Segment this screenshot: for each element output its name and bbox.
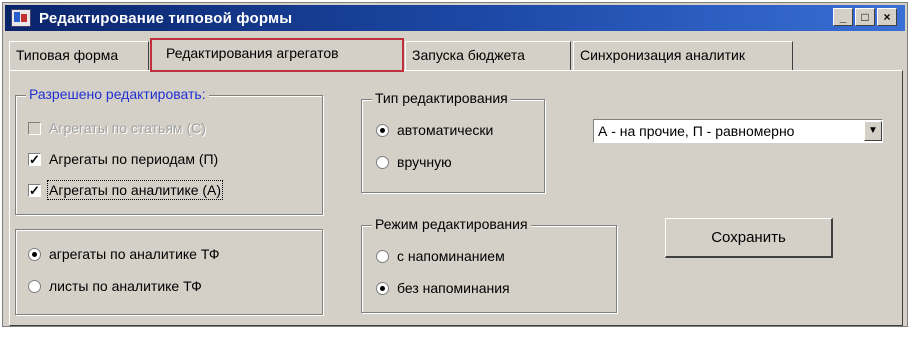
checkbox-box[interactable]: ✓ — [28, 182, 41, 198]
radio-sheets-analytics[interactable]: листы по аналитике ТФ — [28, 278, 202, 294]
check-icon: ✓ — [29, 151, 40, 167]
radio-without-reminder[interactable]: без напоминания — [376, 280, 510, 296]
save-button[interactable]: Сохранить — [665, 218, 833, 258]
radio-label: автоматически — [397, 122, 494, 138]
maximize-button[interactable]: □ — [855, 8, 875, 26]
radio-label: агрегаты по аналитике ТФ — [49, 246, 220, 262]
app-window: Редактирование типовой формы _ □ × Типов… — [2, 2, 908, 327]
radio-button[interactable] — [376, 123, 389, 137]
radio-button[interactable] — [28, 279, 41, 293]
radio-button[interactable] — [376, 155, 389, 169]
allowed-edit-legend: Разрешено редактировать: — [26, 86, 209, 102]
scope-group: агрегаты по аналитике ТФ листы по аналит… — [15, 229, 323, 315]
checkbox-periods[interactable]: ✓ Агрегаты по периодам (П) — [28, 151, 218, 167]
tab-typical-form[interactable]: Типовая форма — [9, 41, 149, 70]
chevron-down-icon[interactable]: ▼ — [864, 121, 882, 141]
tab-aggregates-editing[interactable]: Редактирования агрегатов — [150, 38, 404, 72]
distribution-select[interactable]: А - на прочие, П - равномерно ▼ — [593, 119, 883, 143]
tab-analytics-sync[interactable]: Синхронизация аналитик — [573, 41, 793, 70]
radio-manual[interactable]: вручную — [376, 154, 452, 170]
checkbox-box[interactable] — [28, 121, 41, 135]
checkbox-label: Агрегаты по аналитике (А) — [46, 180, 224, 200]
checkbox-label: Агрегаты по периодам (П) — [49, 151, 219, 167]
radio-label: вручную — [397, 154, 452, 170]
edit-mode-legend: Режим редактирования — [372, 216, 531, 232]
check-icon: ✓ — [29, 182, 40, 198]
allowed-edit-group: Разрешено редактировать: Агрегаты по ста… — [15, 86, 323, 215]
window-controls: _ □ × — [833, 8, 897, 26]
tab-budget-launch[interactable]: Запуска бюджета — [405, 41, 571, 70]
checkbox-label: Агрегаты по статьям (С) — [49, 120, 206, 136]
checkbox-box[interactable]: ✓ — [28, 151, 41, 167]
radio-with-reminder[interactable]: с напоминанием — [376, 248, 505, 264]
checkbox-analytics[interactable]: ✓ Агрегаты по аналитике (А) — [28, 180, 224, 200]
window-title: Редактирование типовой формы — [39, 9, 293, 27]
title-bar[interactable]: Редактирование типовой формы _ □ × — [5, 5, 905, 31]
distribution-select-value: А - на прочие, П - равномерно — [598, 123, 795, 139]
minimize-button[interactable]: _ — [833, 8, 853, 26]
radio-label: без напоминания — [397, 280, 510, 296]
radio-aggregates-analytics[interactable]: агрегаты по аналитике ТФ — [28, 246, 220, 262]
checkbox-articles[interactable]: Агрегаты по статьям (С) — [28, 120, 206, 136]
radio-label: листы по аналитике ТФ — [49, 278, 202, 294]
edit-type-group: Тип редактирования автоматически вручную — [361, 90, 545, 193]
edit-mode-group: Режим редактирования с напоминанием без … — [361, 216, 617, 313]
radio-automatic[interactable]: автоматически — [376, 122, 493, 138]
close-button[interactable]: × — [877, 8, 897, 26]
edit-type-legend: Тип редактирования — [372, 90, 511, 106]
app-icon — [11, 9, 31, 27]
radio-label: с напоминанием — [397, 248, 505, 264]
radio-button[interactable] — [28, 247, 41, 261]
radio-button[interactable] — [376, 249, 389, 263]
radio-button[interactable] — [376, 281, 389, 295]
